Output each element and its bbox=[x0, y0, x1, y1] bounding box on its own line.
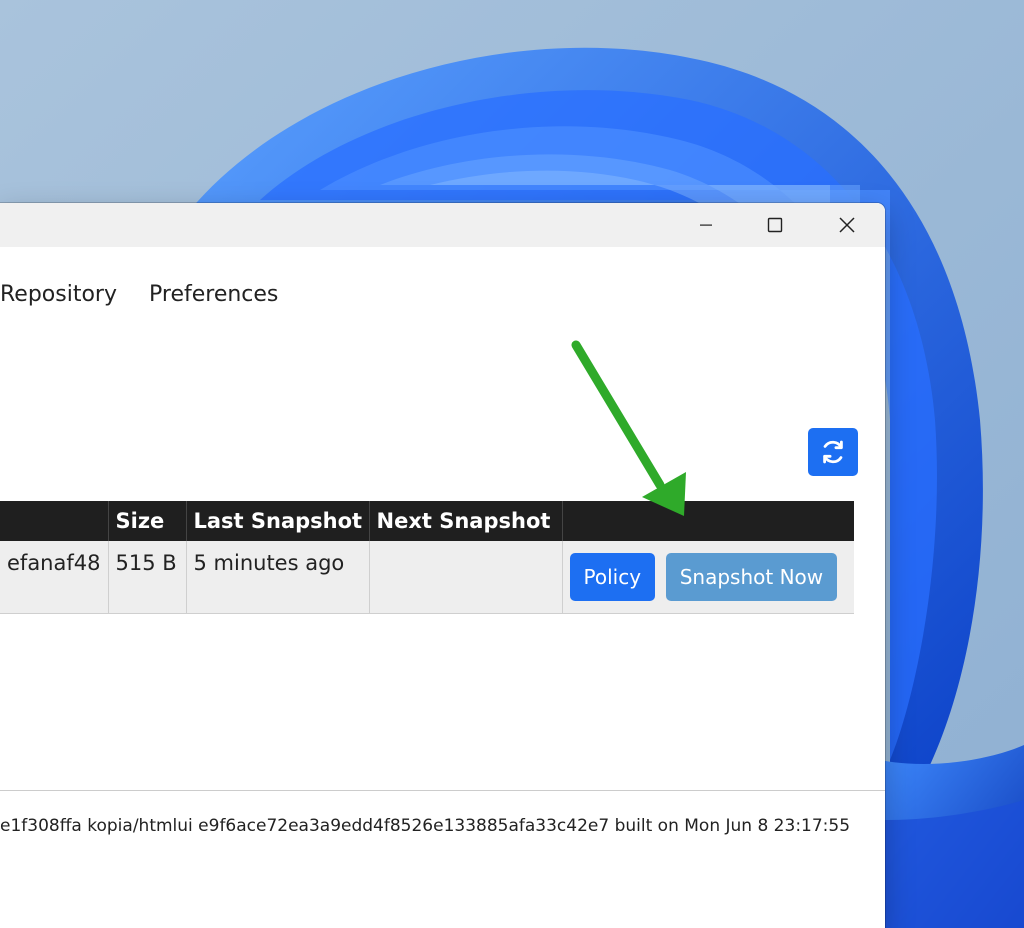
policy-button[interactable]: Policy bbox=[569, 553, 656, 601]
cell-actions: Policy Snapshot Now bbox=[562, 541, 854, 614]
column-header-size[interactable]: Size bbox=[108, 501, 187, 541]
app-window: Repository Preferences Size Last Snapsho… bbox=[0, 203, 885, 928]
table-header-row: Size Last Snapshot Next Snapshot bbox=[0, 501, 854, 541]
column-header-next-snapshot[interactable]: Next Snapshot bbox=[369, 501, 563, 541]
maximize-button[interactable] bbox=[743, 203, 807, 247]
refresh-icon bbox=[823, 440, 843, 464]
refresh-button[interactable] bbox=[808, 428, 858, 476]
close-icon bbox=[839, 217, 855, 233]
column-header-actions bbox=[562, 501, 854, 541]
nav-item-preferences[interactable]: Preferences bbox=[149, 281, 278, 309]
minimize-icon bbox=[700, 224, 712, 226]
snapshot-now-button[interactable]: Snapshot Now bbox=[665, 553, 838, 601]
column-header-last-snapshot[interactable]: Last Snapshot bbox=[186, 501, 370, 541]
table-row: efanaf48 515 B 5 minutes ago Policy Snap… bbox=[0, 541, 854, 614]
cell-next-snapshot bbox=[369, 541, 563, 614]
snapshot-sources-table: Size Last Snapshot Next Snapshot efanaf4… bbox=[0, 501, 854, 614]
footer-divider bbox=[0, 790, 885, 791]
cell-last-snapshot: 5 minutes ago bbox=[186, 541, 370, 614]
cell-path: efanaf48 bbox=[0, 541, 109, 614]
title-bar bbox=[0, 203, 885, 247]
cell-size: 515 B bbox=[108, 541, 187, 614]
column-header-path[interactable] bbox=[0, 501, 109, 541]
minimize-button[interactable] bbox=[674, 203, 738, 247]
close-button[interactable] bbox=[815, 203, 879, 247]
build-info-footer: e1f308ffa kopia/htmlui e9f6ace72ea3a9edd… bbox=[0, 816, 851, 836]
maximize-icon bbox=[767, 217, 783, 233]
nav-item-repository[interactable]: Repository bbox=[0, 281, 117, 309]
